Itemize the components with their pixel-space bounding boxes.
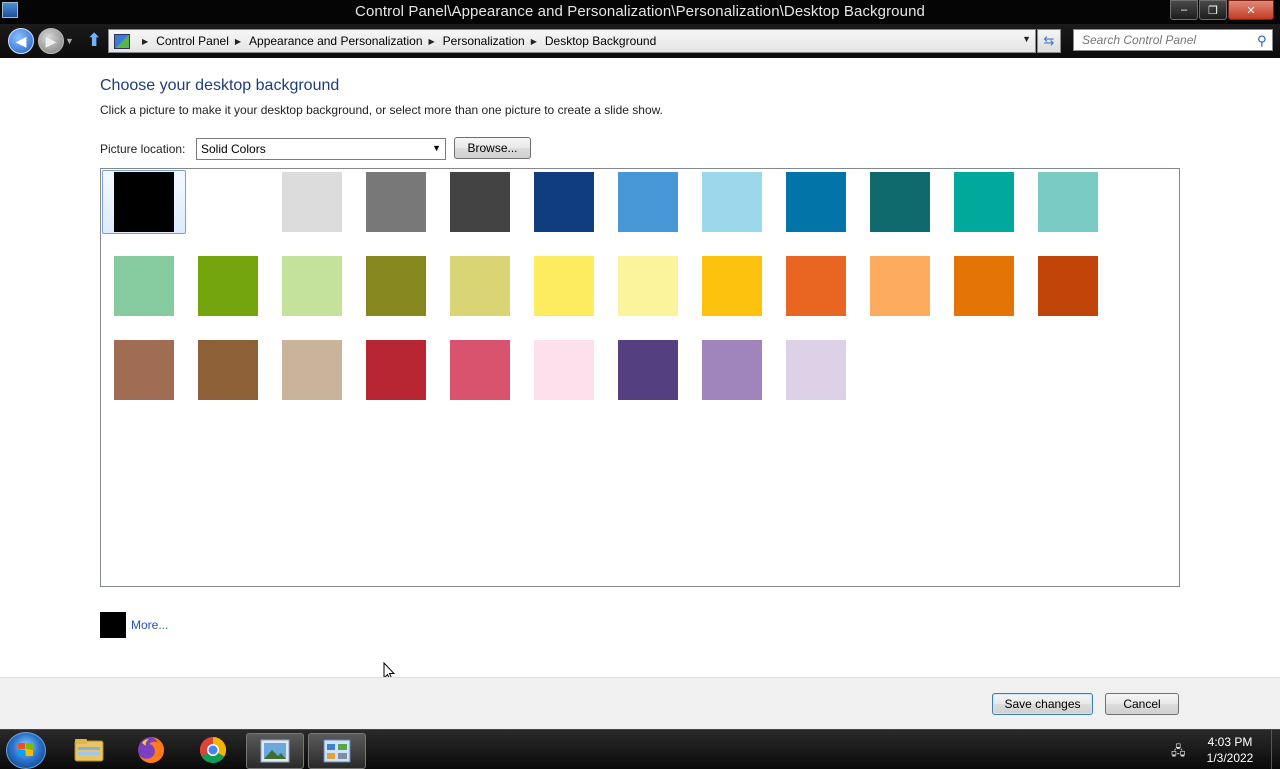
color-swatch[interactable] — [702, 256, 762, 316]
show-desktop-button[interactable] — [1271, 730, 1280, 769]
folder-icon — [74, 739, 104, 762]
more-colors-link[interactable]: More... — [131, 618, 168, 632]
browse-button[interactable]: Browse... — [454, 137, 531, 159]
color-swatch[interactable] — [198, 256, 258, 316]
title-bar: Control Panel\Appearance and Personaliza… — [0, 0, 1280, 24]
color-swatch[interactable] — [366, 340, 426, 400]
color-swatch[interactable] — [954, 256, 1014, 316]
color-swatch[interactable] — [450, 340, 510, 400]
color-swatch[interactable] — [198, 340, 258, 400]
minimize-button[interactable]: – — [1170, 0, 1198, 20]
color-swatch[interactable] — [954, 172, 1014, 232]
color-swatch[interactable] — [870, 172, 930, 232]
recent-pages-dropdown[interactable]: ▼ — [65, 36, 74, 46]
color-swatch[interactable] — [450, 172, 510, 232]
refresh-icon: ⇆ — [1043, 33, 1055, 48]
picture-location-label: Picture location: — [100, 142, 186, 156]
color-swatch[interactable] — [114, 340, 174, 400]
page-description: Click a picture to make it your desktop … — [100, 103, 663, 117]
arrow-left-icon: ◀ — [15, 32, 27, 49]
breadcrumb-appearance[interactable]: Appearance and Personalization — [249, 34, 422, 48]
taskbar: 🖧 4:03 PM 1/3/2022 — [0, 729, 1280, 769]
color-swatch[interactable] — [366, 172, 426, 232]
refresh-button[interactable]: ⇆ — [1037, 29, 1061, 53]
firefox-icon — [138, 737, 164, 763]
taskbar-firefox[interactable] — [123, 733, 179, 767]
color-swatch[interactable] — [534, 256, 594, 316]
system-clock[interactable]: 4:03 PM 1/3/2022 — [1190, 734, 1270, 766]
taskbar-file-explorer[interactable] — [61, 733, 117, 767]
control-panel-icon — [323, 739, 351, 763]
window-title: Control Panel\Appearance and Personaliza… — [355, 3, 925, 20]
address-bar[interactable]: ▶ Control Panel ▶ Appearance and Persona… — [108, 29, 1036, 53]
search-input[interactable] — [1073, 29, 1273, 51]
navigation-bar: ◀ ▶ ▼ ⬆ ▶ Control Panel ▶ Appearance and… — [0, 24, 1280, 58]
color-swatch[interactable] — [114, 256, 174, 316]
color-swatch-grid — [100, 168, 1180, 587]
breadcrumb-arrow-icon[interactable]: ▶ — [142, 37, 148, 46]
breadcrumb-personalization[interactable]: Personalization — [443, 34, 525, 48]
breadcrumb-desktop-background[interactable]: Desktop Background — [545, 34, 656, 48]
color-swatch[interactable] — [534, 172, 594, 232]
search-icon[interactable]: ⚲ — [1257, 33, 1267, 49]
maximize-button[interactable]: ❐ — [1199, 0, 1227, 20]
color-swatch[interactable] — [366, 256, 426, 316]
up-button[interactable]: ⬆ — [84, 30, 104, 50]
arrow-up-icon: ⬆ — [86, 29, 102, 50]
color-swatch[interactable] — [618, 340, 678, 400]
taskbar-chrome[interactable] — [185, 733, 241, 767]
color-swatch[interactable] — [114, 172, 174, 232]
color-swatch[interactable] — [282, 256, 342, 316]
color-swatch[interactable] — [450, 256, 510, 316]
taskbar-picture-viewer[interactable] — [246, 733, 304, 769]
color-swatch[interactable] — [786, 172, 846, 232]
color-swatch[interactable] — [282, 172, 342, 232]
dialog-footer: Save changes Cancel — [0, 677, 1280, 730]
color-swatch[interactable] — [1038, 256, 1098, 316]
clock-date: 1/3/2022 — [1206, 751, 1254, 765]
start-button[interactable] — [6, 732, 46, 769]
save-changes-button[interactable]: Save changes — [992, 693, 1093, 715]
color-swatch[interactable] — [1038, 172, 1098, 232]
color-swatch[interactable] — [786, 256, 846, 316]
color-swatch[interactable] — [618, 256, 678, 316]
chevron-down-icon: ▼ — [432, 143, 441, 153]
breadcrumb-arrow-icon[interactable]: ▶ — [531, 37, 537, 46]
color-swatch[interactable] — [870, 256, 930, 316]
page-title: Choose your desktop background — [100, 77, 340, 94]
color-swatch[interactable] — [534, 340, 594, 400]
clock-time: 4:03 PM — [1207, 735, 1253, 749]
color-swatch[interactable] — [786, 340, 846, 400]
window-controls: – ❐ ✕ — [1169, 0, 1274, 20]
color-swatch[interactable] — [702, 172, 762, 232]
breadcrumb-arrow-icon[interactable]: ▶ — [235, 37, 241, 46]
chrome-icon — [199, 736, 227, 764]
taskbar-control-panel[interactable] — [308, 733, 366, 769]
windows-logo-icon — [18, 743, 34, 757]
cancel-button[interactable]: Cancel — [1105, 693, 1179, 715]
picture-location-select[interactable]: Solid Colors ▼ — [196, 138, 446, 160]
picture-location-value: Solid Colors — [201, 142, 266, 156]
breadcrumb-control-panel[interactable]: Control Panel — [156, 34, 229, 48]
breadcrumb-arrow-icon[interactable]: ▶ — [429, 37, 435, 46]
back-button[interactable]: ◀ — [8, 28, 34, 54]
color-swatch[interactable] — [618, 172, 678, 232]
control-panel-icon — [114, 33, 130, 49]
arrow-right-icon: ▶ — [45, 32, 57, 49]
forward-button[interactable]: ▶ — [38, 28, 64, 54]
color-swatch[interactable] — [702, 340, 762, 400]
current-color-swatch — [100, 612, 126, 638]
picture-icon — [260, 739, 290, 763]
network-icon[interactable]: 🖧 — [1171, 742, 1187, 758]
close-button[interactable]: ✕ — [1228, 0, 1274, 20]
address-dropdown-icon[interactable]: ▼ — [1022, 34, 1031, 44]
color-swatch[interactable] — [198, 172, 258, 232]
color-swatch[interactable] — [282, 340, 342, 400]
